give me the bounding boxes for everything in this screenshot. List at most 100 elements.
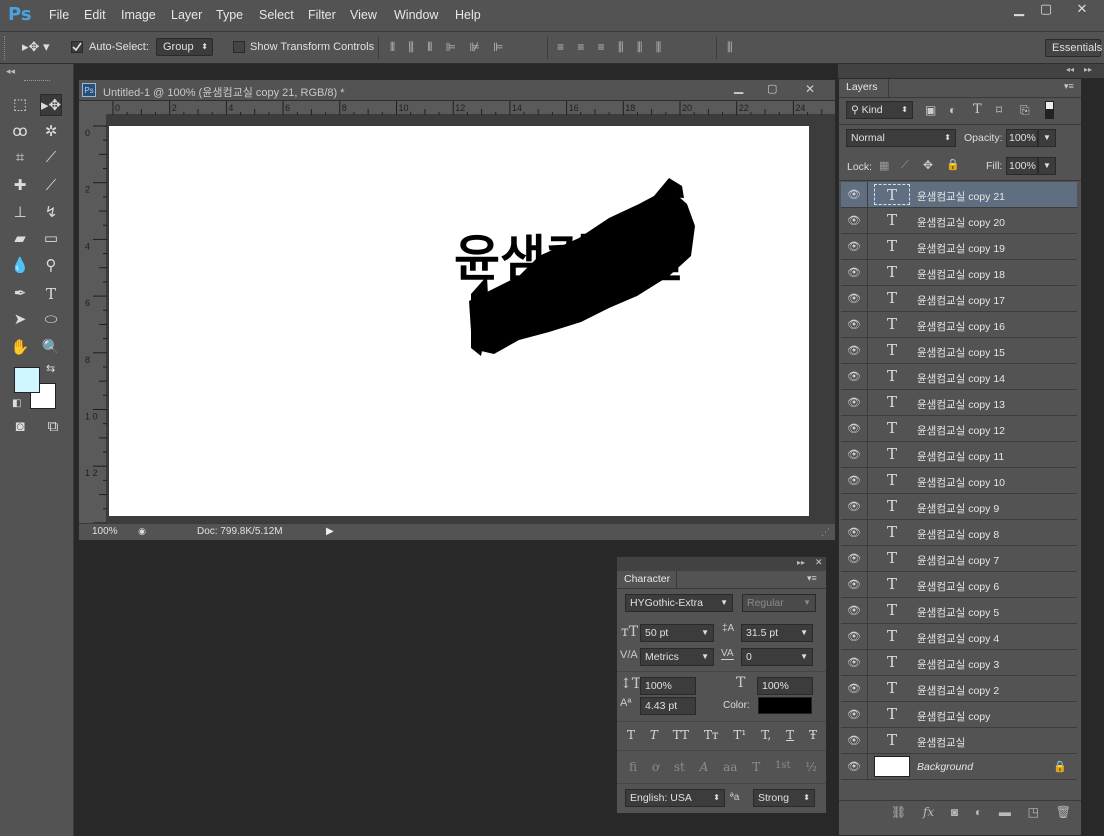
link-layers-icon[interactable]: ⛓ <box>891 805 906 819</box>
layer-row[interactable]: 👁 T 윤샘컴교실 copy <box>841 702 1077 728</box>
layer-row[interactable]: 👁 T 윤샘컴교실 copy 18 <box>841 260 1077 286</box>
layer-style-icon[interactable]: fx <box>923 805 934 819</box>
text-layer-icon[interactable]: T <box>874 366 910 387</box>
visibility-eye-icon[interactable]: 👁 <box>847 449 861 461</box>
expand-panel-icon[interactable]: ▸▸ <box>1084 65 1092 74</box>
close-button[interactable]: ✕ <box>1068 0 1096 18</box>
visibility-eye-icon[interactable]: 👁 <box>847 761 861 773</box>
fractions-button[interactable]: ½ <box>805 760 817 776</box>
text-layer-icon[interactable]: T <box>874 548 910 569</box>
layer-row[interactable]: 👁 T 윤샘컴교실 copy 14 <box>841 364 1077 390</box>
pen-tool-icon[interactable]: ✒ <box>9 283 31 305</box>
document-tab[interactable]: Ps Untitled-1 @ 100% (윤샘컴교실 copy 21, RGB… <box>79 80 835 101</box>
layers-panel-header[interactable]: ◂◂ ▸▸ <box>838 64 1104 78</box>
font-family-dropdown[interactable]: HYGothic-Extra ▼ <box>625 594 733 612</box>
layer-name[interactable]: 윤샘컴교실 copy 10 <box>917 475 1005 490</box>
ordinals-button[interactable]: 1st <box>775 760 791 776</box>
hand-tool-icon[interactable]: ✋ <box>9 337 31 359</box>
marquee-tool-icon[interactable]: ⬚ <box>9 94 31 116</box>
layer-row[interactable]: 👁 T 윤샘컴교실 <box>841 728 1077 754</box>
layer-name[interactable]: 윤샘컴교실 copy 4 <box>917 631 999 646</box>
layer-name[interactable]: 윤샘컴교실 copy 2 <box>917 683 999 698</box>
visibility-eye-icon[interactable]: 👁 <box>847 579 861 591</box>
layer-name[interactable]: 윤샘컴교실 copy 16 <box>917 319 1005 334</box>
eraser-tool-icon[interactable]: ▰ <box>9 228 31 250</box>
layer-name[interactable]: 윤샘컴교실 copy 18 <box>917 267 1005 282</box>
layer-row-background[interactable]: 👁 Background 🔒 <box>841 754 1077 780</box>
options-grip[interactable] <box>4 36 7 60</box>
visibility-eye-icon[interactable]: 👁 <box>847 735 861 747</box>
text-layer-icon[interactable]: T <box>874 730 910 751</box>
text-layer-icon[interactable]: T <box>874 470 910 491</box>
text-layer-icon[interactable]: T <box>874 314 910 335</box>
restore-button[interactable]: ▢ <box>1032 0 1060 18</box>
kerning-field[interactable]: Metrics ▼ <box>640 648 714 666</box>
text-layer-icon[interactable]: T <box>874 418 910 439</box>
add-mask-icon[interactable]: ◙ <box>951 805 958 819</box>
lock-all-icon[interactable]: 🔒 <box>946 158 960 171</box>
text-layer-icon[interactable]: T <box>874 496 910 517</box>
menu-edit[interactable]: Edit <box>84 8 106 22</box>
layer-name[interactable]: 윤샘컴교실 copy 12 <box>917 423 1005 438</box>
history-brush-tool-icon[interactable]: ↯ <box>40 202 62 224</box>
all-caps-button[interactable]: TT <box>673 728 689 744</box>
document-canvas[interactable]: 윤샘컴교실 <box>109 126 809 516</box>
layer-row[interactable]: 👁 T 윤샘컴교실 copy 6 <box>841 572 1077 598</box>
layer-name[interactable]: 윤샘컴교실 copy 19 <box>917 241 1005 256</box>
auto-select-checkbox[interactable] <box>71 41 83 53</box>
text-layer-icon[interactable]: T <box>874 626 910 647</box>
blend-mode-dropdown[interactable]: Normal ⬍ <box>846 129 956 147</box>
text-layer-icon[interactable]: T <box>874 574 910 595</box>
stylistic-alternates-button[interactable]: aa <box>723 760 737 776</box>
character-panel-header[interactable]: ▸▸ ✕ <box>617 557 826 571</box>
strikethrough-button[interactable]: Ŧ <box>809 728 817 744</box>
layer-name[interactable]: 윤샘컴교실 copy 3 <box>917 657 999 672</box>
subscript-button[interactable]: T, <box>761 728 771 744</box>
menu-image[interactable]: Image <box>121 8 156 22</box>
font-size-field[interactable]: 50 pt ▼ <box>640 624 714 642</box>
quick-mask-icon[interactable]: ◙ <box>9 416 31 438</box>
panel-menu-icon[interactable]: ▾≡ <box>807 573 817 584</box>
visibility-eye-icon[interactable]: 👁 <box>847 397 861 409</box>
horizontal-scale-field[interactable]: 100% <box>757 677 813 695</box>
layer-name[interactable]: 윤샘컴교실 copy 15 <box>917 345 1005 360</box>
visibility-eye-icon[interactable]: 👁 <box>847 475 861 487</box>
lock-transparent-icon[interactable]: ▦ <box>879 159 889 172</box>
vertical-scale-field[interactable]: 100% <box>640 677 696 695</box>
leading-field[interactable]: 31.5 pt ▼ <box>741 624 813 642</box>
visibility-eye-icon[interactable]: 👁 <box>847 605 861 617</box>
layer-name[interactable]: 윤샘컴교실 copy 20 <box>917 215 1005 230</box>
text-layer-icon[interactable]: T <box>874 210 910 231</box>
visibility-eye-icon[interactable]: 👁 <box>847 631 861 643</box>
gradient-tool-icon[interactable]: ▭ <box>40 228 62 250</box>
visibility-eye-icon[interactable]: 👁 <box>847 683 861 695</box>
layer-name[interactable]: 윤샘컴교실 <box>917 735 965 750</box>
text-layer-icon[interactable]: T <box>874 704 910 725</box>
discretionary-ligatures-button[interactable]: ơ <box>652 760 659 776</box>
menu-file[interactable]: File <box>49 8 69 22</box>
text-layer-icon[interactable]: T <box>874 522 910 543</box>
workspace-switcher[interactable]: Essentials <box>1045 39 1102 57</box>
minimize-button[interactable]: ▁ <box>1005 0 1033 18</box>
type-tool-icon[interactable]: T <box>40 283 62 305</box>
visibility-eye-icon[interactable]: 👁 <box>847 709 861 721</box>
layer-name[interactable]: Background <box>917 761 973 773</box>
status-menu-arrow-icon[interactable]: ▶ <box>326 526 334 537</box>
text-layer-icon[interactable]: T <box>874 184 910 205</box>
language-dropdown[interactable]: English: USA ⬍ <box>625 789 725 807</box>
visibility-eye-icon[interactable]: 👁 <box>847 319 861 331</box>
layer-name[interactable]: 윤샘컴교실 copy 21 <box>917 189 1005 204</box>
delete-layer-icon[interactable]: 🗑 <box>1056 805 1071 819</box>
layer-name[interactable]: 윤샘컴교실 copy 17 <box>917 293 1005 308</box>
resize-grip-icon[interactable]: ⋰ <box>821 527 830 538</box>
brush-tool-icon[interactable]: ⟋ <box>40 175 62 197</box>
visibility-eye-icon[interactable]: 👁 <box>847 215 861 227</box>
healing-brush-tool-icon[interactable]: ✚ <box>9 175 31 197</box>
layer-row[interactable]: 👁 T 윤샘컴교실 copy 17 <box>841 286 1077 312</box>
layer-name[interactable]: 윤샘컴교실 copy 5 <box>917 605 999 620</box>
doc-minimize-button[interactable]: ▁ <box>734 80 743 94</box>
layer-row[interactable]: 👁 T 윤샘컴교실 copy 3 <box>841 650 1077 676</box>
layer-row[interactable]: 👁 T 윤샘컴교실 copy 4 <box>841 624 1077 650</box>
visibility-eye-icon[interactable]: 👁 <box>847 345 861 357</box>
anti-alias-dropdown[interactable]: Strong ⬍ <box>753 789 815 807</box>
